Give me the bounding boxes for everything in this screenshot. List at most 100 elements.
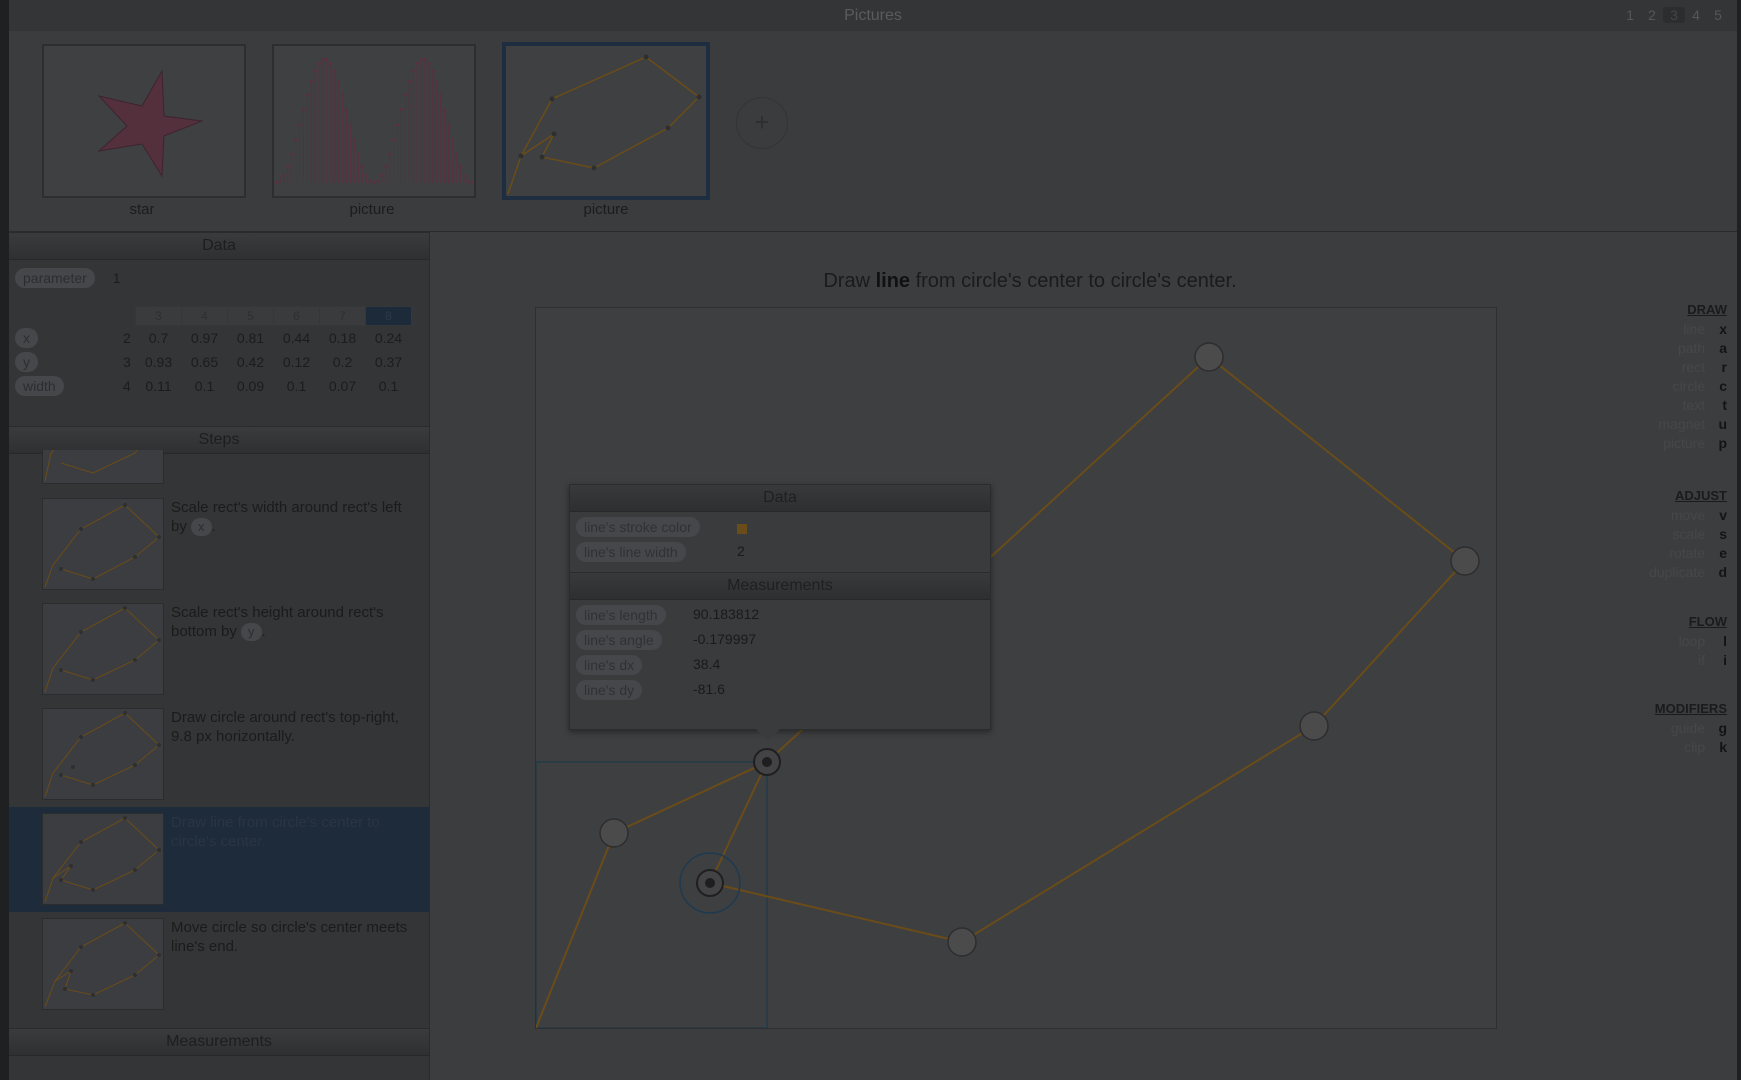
menu-item-rect[interactable]: rect r [1658,358,1727,377]
wave-point [407,79,411,83]
page-1[interactable]: 1 [1619,7,1641,23]
table-cell[interactable]: 0.7 [136,326,182,351]
menu-item-scale[interactable]: scale s [1649,525,1727,544]
step-text: Scale rect's height around rect's bottom… [171,604,384,641]
measurement-value: -81.6 [693,681,725,697]
wave-point [290,152,294,156]
step-item[interactable]: Scale rect's width around rect's left by… [9,492,429,597]
table-cell[interactable]: 0.1 [366,374,412,398]
variable-pill-x[interactable]: x [15,328,38,348]
column-header[interactable]: 4 [181,306,228,326]
add-picture-button[interactable]: + [736,97,788,149]
guide-rect [535,761,768,1029]
menu-item-rotate[interactable]: rotate e [1649,544,1727,563]
line-width-value[interactable]: 2 [737,543,745,559]
measurement-pill[interactable]: line's dy [576,680,643,700]
variable-pill-y[interactable]: y [15,352,38,372]
parameter-value[interactable]: 1 [113,270,121,286]
table-cell[interactable]: 0.2 [320,350,366,374]
menu-item-circle[interactable]: circle c [1658,377,1727,396]
data-header: Data [9,232,429,260]
thumbnail-star[interactable] [42,44,246,198]
measurement-pill[interactable]: line's angle [576,630,662,650]
table-cell[interactable]: 0.81 [228,326,274,351]
popup-row: line's stroke color [570,514,990,539]
wave-point [313,69,317,73]
parameter-pill[interactable]: parameter [15,268,95,288]
page-3[interactable]: 3 [1663,7,1685,23]
step-item[interactable]: Move circle so circle's center meets lin… [9,912,429,1014]
wave-point [298,123,302,127]
menu-item-path[interactable]: path a [1658,339,1727,358]
wave-point [403,93,407,97]
wave-point [462,173,466,177]
page-4[interactable]: 4 [1685,7,1707,23]
menu-item-text[interactable]: text t [1658,396,1727,415]
vertex-circle [599,818,629,848]
measurement-value: -0.179997 [693,631,757,647]
star-preview [97,69,204,178]
vertex-circle [1450,546,1480,576]
variable-pill-x[interactable]: x [191,518,212,536]
table-cell[interactable]: 0.1 [274,374,320,398]
line-width-pill[interactable]: line's line width [576,542,686,562]
step-item-selected[interactable]: Draw line from circle's center to circle… [9,807,429,912]
column-header[interactable]: 6 [273,306,320,326]
step-item[interactable]: Draw circle around rect's top-right, 9.8… [9,702,429,807]
popup-row: line's length 90.183812 [570,602,990,627]
wave-point [305,93,309,97]
drawn-line [709,761,768,884]
steps-list: Scale rect's width around rect's left by… [9,450,429,1014]
table-cell[interactable]: 0.97 [182,326,228,351]
table-cell[interactable]: 0.18 [320,326,366,351]
stroke-color-pill[interactable]: line's stroke color [576,517,700,537]
menu-item-loop[interactable]: loop l [1679,632,1727,651]
step-item[interactable] [9,450,429,491]
table-cell[interactable]: 0.12 [274,350,320,374]
menu-item-move[interactable]: move v [1649,506,1727,525]
menu-item-picture[interactable]: picture p [1658,434,1727,453]
page-2[interactable]: 2 [1641,7,1663,23]
parameter-row: parameter 1 [15,268,121,288]
menu-item-duplicate[interactable]: duplicate d [1649,563,1727,582]
menu-item-clip[interactable]: clip k [1655,738,1727,757]
menu-item-if[interactable]: if i [1679,651,1727,670]
wave-point [294,138,298,142]
wave-point [317,61,321,65]
menu-item-magnet[interactable]: magnet u [1658,415,1727,434]
menu-item-guide[interactable]: guide g [1655,719,1727,738]
wave-point [321,57,325,61]
draw-menu: DRAW line x path a rect r circle c text … [1658,302,1727,453]
thumbnail-shape-selected[interactable] [502,42,710,200]
column-header[interactable]: 3 [135,306,182,326]
page-numbers: 12345 [1619,7,1729,23]
wave-point [415,61,419,65]
table-cell[interactable]: 0.37 [366,350,412,374]
menu-item-line[interactable]: line x [1658,320,1727,339]
table-cell[interactable]: 0.07 [320,374,366,398]
page-5[interactable]: 5 [1707,7,1729,23]
table-cell[interactable]: 0.1 [182,374,228,398]
thumbnail-sine[interactable] [272,44,476,198]
table-cell[interactable]: 0.65 [182,350,228,374]
table-cell[interactable]: 0.93 [136,350,182,374]
step-text: Draw circle around rect's top-right, 9.8… [171,709,399,745]
column-header-selected[interactable]: 8 [365,306,412,326]
wave-point [345,107,349,111]
variable-pill-y[interactable]: y [241,623,262,641]
table-cell[interactable]: 0.09 [228,374,274,398]
table-cell[interactable]: 0.24 [366,326,412,351]
table-cell[interactable]: 0.42 [228,350,274,374]
table-cell[interactable]: 0.44 [274,326,320,351]
table-cell[interactable]: 0.11 [136,374,182,398]
measurement-pill[interactable]: line's length [576,605,666,625]
measurement-pill[interactable]: line's dx [576,655,643,675]
column-header[interactable]: 5 [227,306,274,326]
step-item[interactable]: Scale rect's height around rect's bottom… [9,597,429,702]
variable-pill-width[interactable]: width [15,376,64,396]
column-header[interactable]: 7 [319,306,366,326]
wave-point [286,164,290,168]
popup-row: line's angle -0.179997 [570,627,990,652]
wave-point [360,164,364,168]
row-index: 4 [123,378,131,394]
